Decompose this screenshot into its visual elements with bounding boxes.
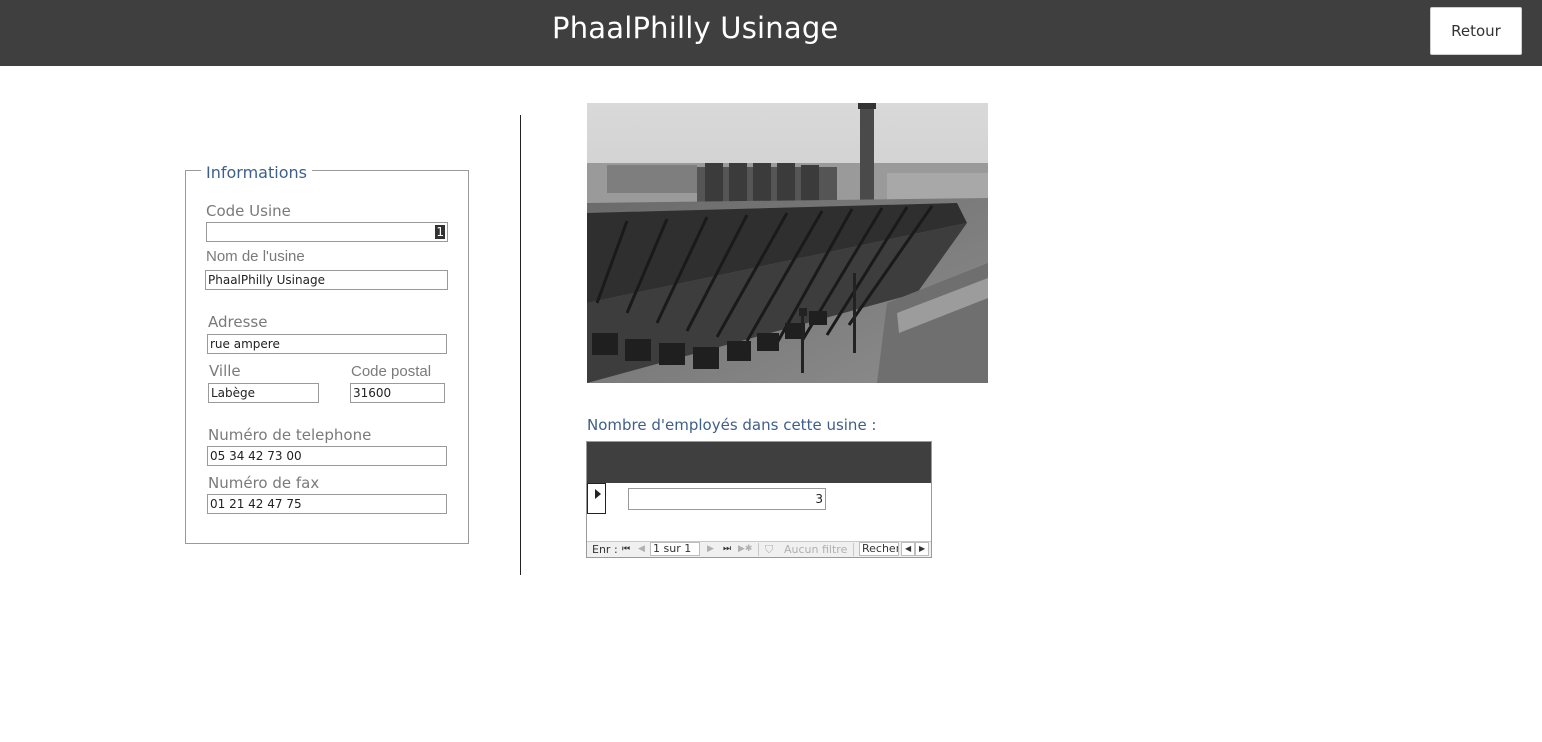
scroll-right-icon[interactable]: ▶	[915, 542, 929, 556]
telephone-field[interactable]: 05 34 42 73 00	[207, 446, 447, 466]
back-button[interactable]: Retour	[1430, 7, 1522, 55]
vertical-divider	[520, 115, 521, 575]
nav-separator	[758, 543, 759, 556]
adresse-label: Adresse	[208, 313, 268, 331]
adresse-field[interactable]: rue ampere	[207, 334, 447, 354]
record-label: Enr :	[592, 543, 618, 556]
employees-subform: 3 Enr : ⏮ ◀ 1 sur 1 ▶ ⏭ ▶✱ ⛉ Aucun filtr…	[586, 441, 932, 558]
factory-photo	[587, 103, 988, 383]
fax-field[interactable]: 01 21 42 47 75	[207, 494, 447, 514]
nom-usine-field[interactable]: PhaalPhilly Usinage	[205, 270, 448, 290]
filter-status[interactable]: Aucun filtre	[784, 543, 847, 556]
record-position-field[interactable]: 1 sur 1	[650, 542, 700, 556]
telephone-label: Numéro de telephone	[208, 426, 372, 444]
code-postal-label: Code postal	[351, 363, 432, 380]
new-record-icon[interactable]: ▶✱	[738, 543, 752, 556]
filter-icon[interactable]: ⛉	[765, 543, 773, 556]
current-record-icon	[595, 489, 601, 499]
record-selector[interactable]	[587, 483, 606, 514]
employees-label: Nombre d'employés dans cette usine :	[587, 416, 877, 434]
top-bar: PhaalPhilly Usinage Retour	[0, 0, 1542, 66]
code-usine-field[interactable]: 1	[206, 222, 448, 242]
nom-usine-label: Nom de l'usine	[206, 248, 305, 265]
code-postal-field[interactable]: 31600	[350, 383, 445, 403]
previous-record-icon[interactable]: ◀	[638, 543, 645, 556]
search-field[interactable]: Recher	[859, 542, 899, 556]
fax-label: Numéro de fax	[208, 474, 320, 492]
subform-header	[587, 442, 931, 483]
nav-separator	[853, 543, 854, 556]
scroll-left-icon[interactable]: ◀	[901, 542, 915, 556]
record-navigation-bar: Enr : ⏮ ◀ 1 sur 1 ▶ ⏭ ▶✱ ⛉ Aucun filtre …	[587, 541, 931, 557]
next-record-icon[interactable]: ▶	[707, 543, 714, 556]
app-title: PhaalPhilly Usinage	[552, 11, 839, 45]
code-usine-label: Code Usine	[206, 202, 291, 220]
employee-count-field[interactable]: 3	[628, 488, 826, 510]
last-record-icon[interactable]: ⏭	[723, 543, 731, 556]
ville-field[interactable]: Labège	[208, 383, 319, 403]
ville-label: Ville	[209, 362, 241, 380]
first-record-icon[interactable]: ⏮	[622, 543, 630, 556]
informations-legend: Informations	[201, 163, 312, 182]
code-usine-value: 1	[435, 225, 445, 239]
